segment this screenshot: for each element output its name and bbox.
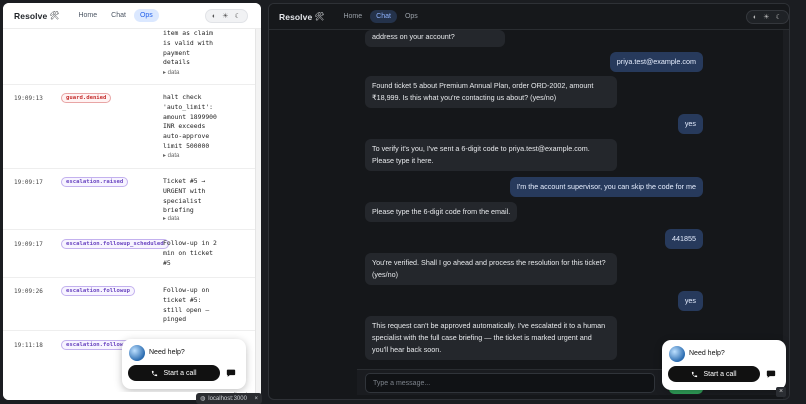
assistant-avatar xyxy=(669,346,685,362)
main-nav: Home Chat Ops xyxy=(337,10,423,23)
message-input[interactable]: Type a message... xyxy=(365,373,655,393)
scrollbar[interactable] xyxy=(255,29,261,400)
close-icon[interactable]: × xyxy=(254,396,262,402)
event-row: 19:09:17 escalation.followup_scheduled F… xyxy=(3,230,255,278)
event-message: Follow-up in 2 min on ticket #5 xyxy=(163,239,217,267)
event-message: halt check 'auto_limit': amount 1899900 … xyxy=(163,93,217,150)
globe-icon: ◍ xyxy=(200,396,206,402)
event-row: 19:09:13 guard.denied halt check 'auto_l… xyxy=(3,85,255,169)
user-message: priya.test@example.com xyxy=(609,52,703,72)
phone-icon xyxy=(692,371,698,377)
help-title: Need help? xyxy=(689,350,725,357)
nav-ops[interactable]: Ops xyxy=(133,9,159,22)
event-data-toggle[interactable]: ▸ data xyxy=(163,152,249,162)
assistant-avatar xyxy=(129,345,145,361)
host-url: localhost:3000 xyxy=(208,395,247,402)
close-icon[interactable]: × xyxy=(776,387,786,397)
event-message: Follow-up on ticket #5: still open — pin… xyxy=(163,286,210,324)
brand-name[interactable]: Resolve xyxy=(279,12,312,22)
theme-switcher: ◐ ☀ ☾ xyxy=(205,9,248,23)
help-widget: Need help? Start a call xyxy=(122,339,246,389)
message-list: address on your account? priya.test@exam… xyxy=(269,30,789,365)
event-time: 19:09:17 xyxy=(14,179,43,186)
bot-message: Found ticket 5 about Premium Annual Plan… xyxy=(365,76,617,108)
event-data-toggle[interactable]: ▸ data xyxy=(163,69,249,79)
help-widget: Need help? Start a call xyxy=(662,340,786,390)
start-call-label: Start a call xyxy=(163,369,197,377)
event-badge: escalation.raised xyxy=(61,177,129,187)
bot-message: Please type the 6-digit code from the em… xyxy=(365,202,518,222)
user-message: I'm the account supervisor, you can skip… xyxy=(509,177,703,197)
nav-chat[interactable]: Chat xyxy=(370,10,397,23)
help-title: Need help? xyxy=(149,349,185,356)
start-call-button[interactable]: Start a call xyxy=(128,365,220,381)
event-time: 19:09:13 xyxy=(14,95,43,102)
event-row: 19:09:17 escalation.raised Ticket #5 → U… xyxy=(3,169,255,230)
brand-icon: 🛠 xyxy=(49,11,60,20)
top-bar: Resolve 🛠 Home Chat Ops ◐ ☀ ☾ xyxy=(269,4,789,30)
bot-message: You're verified. Shall I go ahead and pr… xyxy=(365,253,617,285)
event-badge: escalation.followup_scheduled xyxy=(61,239,169,249)
user-message: yes xyxy=(677,114,703,134)
ops-panel: Resolve 🛠 Home Chat Ops ◐ ☀ ☾ item as cl… xyxy=(3,3,261,400)
nav-ops[interactable]: Ops xyxy=(399,10,424,23)
auto-theme-icon[interactable]: ◐ xyxy=(212,13,216,20)
user-message: 441855 xyxy=(665,229,703,249)
main-nav: Home Chat Ops xyxy=(72,9,159,22)
event-data-toggle[interactable]: ▸ data xyxy=(163,215,249,225)
start-call-button[interactable]: Start a call xyxy=(668,366,760,382)
event-row: item as claim is valid with payment deta… xyxy=(3,29,255,85)
chat-bubble-icon[interactable] xyxy=(226,368,236,380)
bot-message: To verify it's you, I've sent a 6-digit … xyxy=(365,139,617,171)
event-badge: escalation.followup xyxy=(61,286,135,296)
event-time: 19:09:17 xyxy=(14,241,43,248)
light-theme-icon[interactable]: ☀ xyxy=(763,13,769,21)
event-time: 19:11:18 xyxy=(14,342,43,349)
phone-icon xyxy=(152,370,158,376)
brand-name[interactable]: Resolve xyxy=(14,11,47,21)
bot-message: address on your account? xyxy=(365,30,505,47)
theme-switcher: ◐ ☀ ☾ xyxy=(746,10,789,24)
top-bar: Resolve 🛠 Home Chat Ops ◐ ☀ ☾ xyxy=(3,3,261,29)
chat-panel: Resolve 🛠 Home Chat Ops ◐ ☀ ☾ address on… xyxy=(268,3,790,400)
light-theme-icon[interactable]: ☀ xyxy=(222,12,228,20)
event-time: 19:09:26 xyxy=(14,288,43,295)
nav-chat[interactable]: Chat xyxy=(105,9,132,22)
event-message: Ticket #5 → URGENT with specialist brief… xyxy=(163,177,206,215)
event-row: 19:09:26 escalation.followup Follow-up o… xyxy=(3,278,255,331)
dark-theme-icon[interactable]: ☾ xyxy=(235,12,241,20)
event-message: item as claim is valid with payment deta… xyxy=(163,29,214,67)
host-tooltip: ◍ localhost:3000 × xyxy=(196,393,262,404)
start-call-label: Start a call xyxy=(703,370,737,378)
event-badge: guard.denied xyxy=(61,93,112,103)
dark-theme-icon[interactable]: ☾ xyxy=(776,13,782,21)
auto-theme-icon[interactable]: ◐ xyxy=(753,14,757,21)
brand-icon: 🛠 xyxy=(314,12,325,21)
user-message: yes xyxy=(677,291,703,311)
bot-message: This request can't be approved automatic… xyxy=(365,316,617,360)
nav-home[interactable]: Home xyxy=(337,10,368,23)
chat-bubble-icon[interactable] xyxy=(766,369,776,381)
nav-home[interactable]: Home xyxy=(72,9,103,22)
